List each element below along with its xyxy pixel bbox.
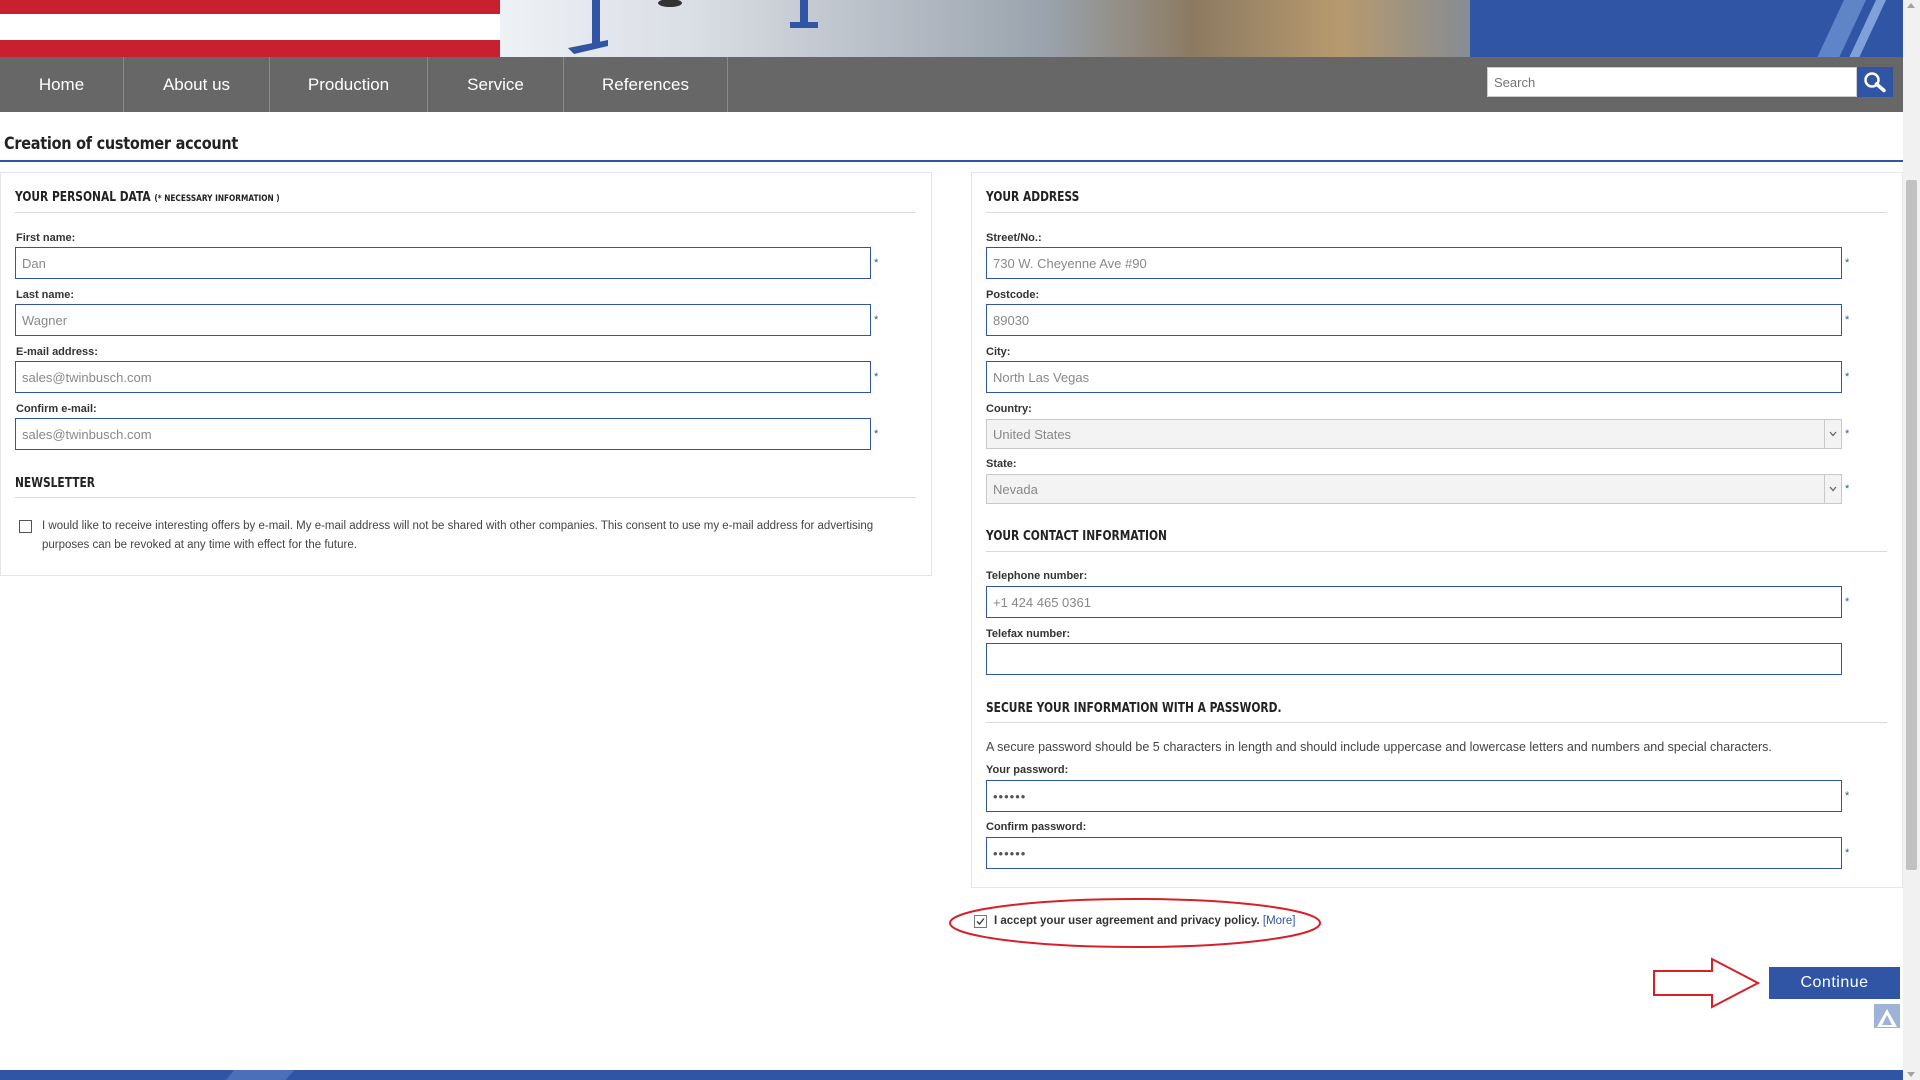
required-marker: * — [1845, 847, 1850, 859]
nav-item-references[interactable]: References — [564, 57, 728, 112]
newsletter-consent-text: I would like to receive interesting offe… — [42, 520, 874, 551]
agreement-text: I accept your user agreement and privacy… — [994, 915, 1295, 927]
section-divider — [986, 212, 1887, 213]
confirm-password-label: Confirm password: — [986, 821, 1087, 833]
flag-stripes-graphic — [0, 0, 520, 57]
necessary-info-note: (* NECESSARY INFORMATION ) — [154, 194, 280, 204]
search-button[interactable] — [1857, 67, 1893, 97]
chevron-down-icon — [1824, 420, 1841, 448]
header-banner — [0, 0, 1903, 57]
email-label: E-mail address: — [16, 346, 98, 358]
title-divider — [0, 160, 1903, 162]
password-field[interactable]: •••••• — [986, 780, 1842, 812]
scrollbar-thumb[interactable] — [1906, 180, 1917, 870]
required-marker: * — [874, 371, 879, 383]
nav-item-home[interactable]: Home — [0, 57, 124, 112]
postcode-label: Postcode: — [986, 289, 1040, 301]
newsletter-heading: NEWSLETTER — [15, 476, 96, 491]
nav-item-about-us[interactable]: About us — [124, 57, 270, 112]
required-marker: * — [1845, 257, 1850, 269]
search-icon — [1864, 72, 1886, 93]
fax-field[interactable] — [986, 643, 1842, 675]
required-marker: * — [1845, 428, 1850, 440]
phone-field[interactable]: +1 424 465 0361 — [986, 586, 1842, 618]
personal-data-heading: YOUR PERSONAL DATA (* NECESSARY INFORMAT… — [15, 190, 280, 205]
city-label: City: — [986, 346, 1011, 358]
annotation-arrow-icon — [1653, 957, 1760, 1009]
personal-data-heading-text: YOUR PERSONAL DATA — [15, 190, 151, 205]
page-scrollbar[interactable] — [1903, 0, 1920, 1080]
state-select[interactable]: Nevada — [986, 474, 1842, 504]
scroll-down-icon[interactable] — [1907, 1072, 1915, 1077]
section-divider — [15, 212, 916, 213]
checkmark-icon — [976, 918, 985, 925]
more-link[interactable]: [More] — [1263, 915, 1296, 927]
confirm-password-field[interactable]: •••••• — [986, 837, 1842, 869]
city-field[interactable]: North Las Vegas — [986, 361, 1842, 393]
state-label: State: — [986, 458, 1017, 470]
first-name-field[interactable]: Dan — [15, 247, 871, 279]
footer-stripe — [225, 1070, 295, 1080]
section-divider — [15, 497, 916, 498]
confirm-email-field[interactable]: sales@twinbusch.com — [15, 418, 871, 450]
lift-graphic — [568, 0, 818, 54]
country-label: Country: — [986, 403, 1032, 415]
chevron-down-icon — [1824, 475, 1841, 503]
country-select[interactable]: United States — [986, 419, 1842, 449]
first-name-label: First name: — [16, 232, 76, 244]
search-input[interactable] — [1487, 67, 1857, 97]
scroll-up-icon[interactable] — [1907, 3, 1915, 8]
newsletter-checkbox[interactable] — [19, 520, 32, 533]
last-name-field[interactable]: Wagner — [15, 304, 871, 336]
password-hint: A secure password should be 5 characters… — [986, 740, 1772, 754]
street-label: Street/No.: — [986, 232, 1042, 244]
last-name-label: Last name: — [16, 289, 75, 301]
search-bar — [1487, 67, 1893, 97]
phone-label: Telephone number: — [986, 570, 1088, 582]
required-marker: * — [874, 428, 879, 440]
nav-item-production[interactable]: Production — [270, 57, 428, 112]
postcode-field[interactable]: 89030 — [986, 304, 1842, 336]
confirm-email-label: Confirm e-mail: — [16, 403, 97, 415]
agreement-checkbox[interactable] — [974, 915, 987, 928]
required-marker: * — [874, 314, 879, 326]
street-field[interactable]: 730 W. Cheyenne Ave #90 — [986, 247, 1842, 279]
password-heading: SECURE YOUR INFORMATION WITH A PASSWORD. — [986, 701, 1282, 716]
address-heading: YOUR ADDRESS — [986, 190, 1080, 205]
required-marker: * — [1845, 790, 1850, 802]
section-divider — [986, 722, 1887, 723]
country-selected-value: United States — [993, 426, 1072, 442]
arrow-up-icon — [1877, 1009, 1897, 1027]
required-marker: * — [874, 257, 879, 269]
main-nav: Home About us Production Service Referen… — [0, 57, 1903, 112]
back-to-top-button[interactable] — [1874, 1004, 1900, 1028]
password-label: Your password: — [986, 764, 1069, 776]
page-title: Creation of customer account — [4, 134, 239, 154]
continue-button[interactable]: Continue — [1769, 967, 1900, 999]
required-marker: * — [1845, 314, 1850, 326]
contact-heading: YOUR CONTACT INFORMATION — [986, 529, 1167, 544]
nav-item-service[interactable]: Service — [428, 57, 564, 112]
required-marker: * — [1845, 371, 1850, 383]
agreement-label: I accept your user agreement and privacy… — [994, 915, 1260, 927]
state-selected-value: Nevada — [993, 481, 1038, 497]
required-marker: * — [1845, 483, 1850, 495]
section-divider — [986, 551, 1887, 552]
email-field[interactable]: sales@twinbusch.com — [15, 361, 871, 393]
fax-label: Telefax number: — [986, 628, 1071, 640]
required-marker: * — [1845, 596, 1850, 608]
